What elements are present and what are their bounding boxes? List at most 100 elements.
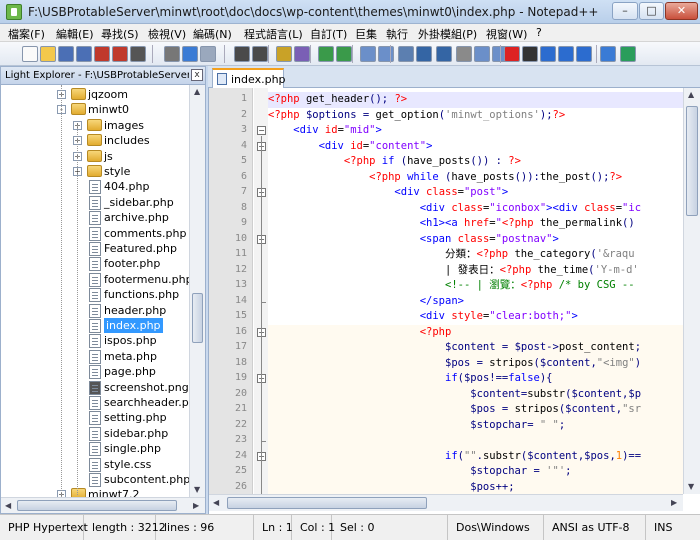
scroll-left-arrow-icon[interactable]: ◀ [5,501,11,510]
code-line[interactable]: $content = $post->post_content; [268,340,641,356]
tree-folder-item[interactable]: images [104,118,144,133]
tree-file-item[interactable]: archive.php [104,210,169,225]
tree-folder-item[interactable]: js [104,149,113,164]
save-icon[interactable] [58,46,74,62]
editor-vertical-scroll-thumb[interactable] [686,106,698,216]
scroll-down-arrow-icon[interactable]: ▼ [194,485,200,494]
close-icon[interactable] [94,46,110,62]
code-line[interactable]: <?php $options = get_option('minwt_optio… [268,108,565,124]
menu-item-8[interactable]: 執行 [386,26,408,42]
tree-file-item[interactable]: 404.php [104,179,149,194]
run-multiple-icon[interactable] [558,46,574,62]
tree-folder-item[interactable]: minwt0 [88,102,129,117]
save-all-icon[interactable] [76,46,92,62]
code-line[interactable]: $stopchar= " "; [268,418,565,434]
save-macro-icon[interactable] [576,46,592,62]
code-line[interactable]: <div style="clear:both;"> [268,309,578,325]
tree-file-item[interactable]: Featured.php [104,241,177,256]
paste-icon[interactable] [200,46,216,62]
fold-margin[interactable]: −−−−−−− [254,88,268,494]
code-line[interactable]: <h1><a href="<?php the_permalink() [268,216,635,232]
code-line[interactable]: <!-- | 瀏覽：<?php /* by CSG -- [268,278,635,294]
menu-item-6[interactable]: 自訂(T) [310,26,347,42]
wrap-icon[interactable] [398,46,414,62]
editor-horizontal-scroll-thumb[interactable] [227,497,427,509]
find-icon[interactable] [276,46,292,62]
scroll-left-arrow-icon[interactable]: ◀ [213,498,219,507]
menu-item-10[interactable]: 視窗(W) [486,26,527,42]
tree-file-item[interactable]: subcontent.php [104,472,189,487]
tree-file-item[interactable]: ispos.php [104,333,157,348]
tree-file-item[interactable]: functions.php [104,287,179,302]
code-line[interactable]: <div class="iconbox"><div class="ic [268,201,641,217]
tree-folder-item[interactable]: jqzoom [88,87,128,102]
tree-file-item[interactable]: index.php [104,318,163,333]
code-line[interactable]: 分類：<?php the_category('&raqu [268,247,635,263]
code-line[interactable]: <div class="post"> [268,185,508,201]
tree-file-item[interactable]: screenshot.png [104,380,189,395]
code-line[interactable]: | 發表日：<?php the_time('Y-m-d' [268,263,639,279]
all-chars-icon[interactable] [416,46,432,62]
code-line[interactable]: $pos = stripos($content,"<img") [268,356,641,372]
undo-icon[interactable] [234,46,250,62]
tree-file-item[interactable]: searchheader.php [104,395,189,410]
zoom-in-icon[interactable] [318,46,334,62]
code-line[interactable]: $pos = stripos($content,"sr [268,402,641,418]
panel-horizontal-scroll-thumb[interactable] [17,500,177,511]
tree-file-item[interactable]: comments.php [104,226,186,241]
code-line[interactable]: <?php if (have_posts()) : ?> [268,154,521,170]
tree-file-item[interactable]: page.php [104,364,156,379]
menu-item-3[interactable]: 檢視(V) [148,26,186,42]
tree-file-item[interactable]: footermenu.php [104,272,189,287]
close-all-icon[interactable] [112,46,128,62]
code-editor[interactable]: 1 2 3 4 5 6 7 8 9 10 11 12 13 14 15 16 17 18 19 20 21 22 23 24 2… [208,88,700,514]
tree-file-item[interactable]: footer.php [104,256,160,271]
code-line[interactable]: if($pos!==false){ [268,371,553,387]
fold-toggle-icon[interactable]: − [257,126,266,135]
maximize-button[interactable]: □ [639,2,664,20]
tree-folder-item[interactable]: style [104,164,130,179]
tree-file-item[interactable]: _sidebar.php [104,195,174,210]
panel-close-button[interactable]: x [191,69,203,81]
sync-h-icon[interactable] [378,46,394,62]
minimize-button[interactable]: – [612,2,638,20]
scroll-up-arrow-icon[interactable]: ▲ [688,90,694,99]
scroll-right-arrow-icon[interactable]: ▶ [671,498,677,507]
sync-v-icon[interactable] [360,46,376,62]
code-line[interactable]: <div id="content"> [268,139,433,155]
replace-icon[interactable] [294,46,310,62]
copy-icon[interactable] [182,46,198,62]
tree-file-item[interactable]: single.php [104,441,161,456]
menu-item-0[interactable]: 檔案(F) [8,26,45,42]
code-line[interactable]: <?php while (have_posts()):the_post();?> [268,170,622,186]
scroll-down-arrow-icon[interactable]: ▼ [688,482,694,491]
code-line[interactable]: <span class="postnav"> [268,232,559,248]
scroll-up-arrow-icon[interactable]: ▲ [194,87,200,96]
tree-folder-item[interactable]: includes [104,133,150,148]
panel-horizontal-scrollbar[interactable]: ◀ ▶ [1,497,205,513]
zoom-out-icon[interactable] [336,46,352,62]
menu-item-9[interactable]: 外掛模組(P) [418,26,477,42]
record-icon[interactable] [504,46,520,62]
indent-guide-icon[interactable] [436,46,452,62]
code-line[interactable]: </span> [268,294,464,310]
menu-item-1[interactable]: 編輯(E) [56,26,94,42]
editor-horizontal-scrollbar[interactable]: ◀ ▶ [209,494,683,511]
code-line[interactable]: <?php get_header(); ?> [268,92,407,108]
tree-file-item[interactable]: header.php [104,303,166,318]
code-line[interactable]: $stopchar = '"'; [268,464,571,480]
redo-icon[interactable] [252,46,268,62]
code-line[interactable]: $content=substr($content,$p [268,387,641,403]
menu-item-4[interactable]: 編碼(N) [193,26,232,42]
tree-file-item[interactable]: meta.php [104,349,157,364]
code-line[interactable]: if("".substr($content,$pos,1)== [268,449,641,465]
open-file-icon[interactable] [40,46,56,62]
code-line[interactable]: $pos++; [268,480,514,495]
scroll-right-arrow-icon[interactable]: ▶ [193,501,199,510]
menu-item-5[interactable]: 程式語言(L) [244,26,303,42]
panel-vertical-scrollbar[interactable]: ▲ ▼ [189,85,205,497]
menu-item-7[interactable]: 巨集 [355,26,377,42]
tree-file-item[interactable]: sidebar.php [104,426,168,441]
menu-item-11[interactable]: ? [536,26,542,39]
cut-icon[interactable] [164,46,180,62]
